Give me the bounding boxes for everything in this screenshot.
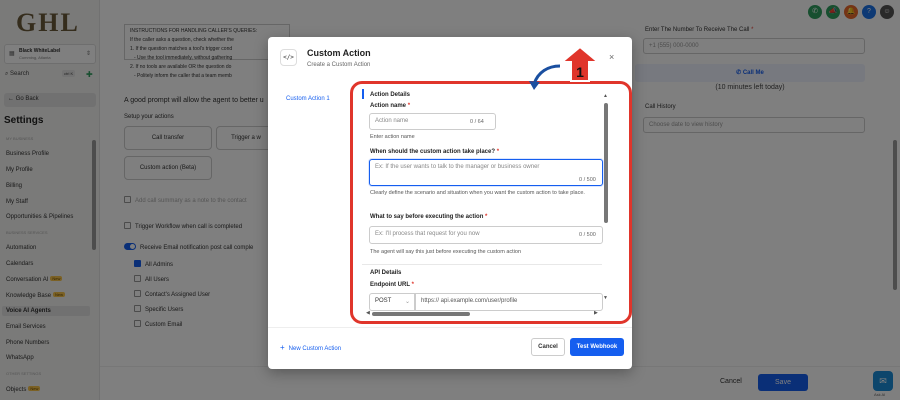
annotation-step-number: 1: [576, 64, 584, 80]
modal-cancel-button[interactable]: Cancel: [531, 338, 565, 356]
modal-subtitle: Create a Custom Action: [307, 62, 371, 68]
new-custom-action-button[interactable]: + New Custom Action: [280, 343, 341, 352]
annotation-step-arrow: 1: [560, 46, 600, 82]
annotation-curved-arrow: [529, 64, 561, 90]
plus-icon: +: [280, 343, 285, 352]
close-icon[interactable]: ×: [609, 52, 614, 62]
modal-footer-divider: [268, 327, 632, 328]
tab-custom-action-1[interactable]: Custom Action 1: [286, 96, 330, 102]
code-icon: </>: [280, 49, 297, 66]
test-webhook-button[interactable]: Test Webhook: [570, 338, 624, 356]
modal-title: Custom Action: [307, 48, 371, 58]
annotation-highlight-box: [350, 81, 632, 324]
